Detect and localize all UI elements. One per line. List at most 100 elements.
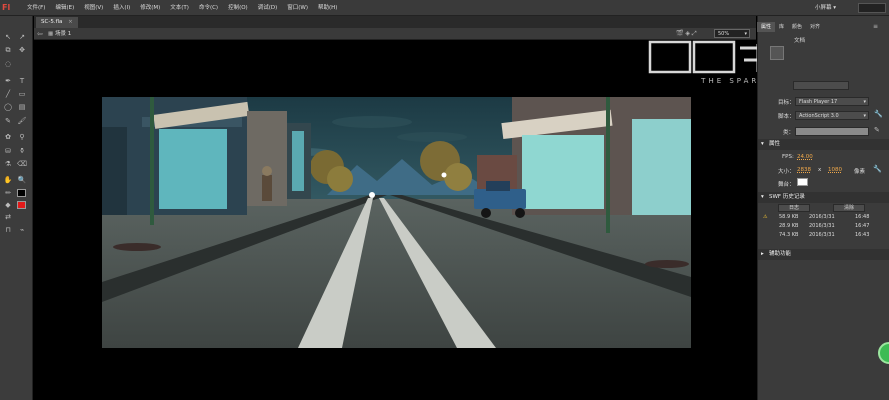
properties-section-header[interactable]: ▾ 属性 <box>758 139 889 150</box>
paint-bucket-icon[interactable]: ⛁ <box>3 146 13 156</box>
eyedropper-icon[interactable]: ⚗ <box>3 159 13 169</box>
menu-commands[interactable]: 命令(C) <box>194 0 223 16</box>
pen-icon[interactable]: ✒ <box>3 76 13 86</box>
eraser-icon[interactable]: ⌫ <box>17 159 27 169</box>
size-separator: x <box>818 167 822 173</box>
zoom-icon[interactable]: 🔍 <box>17 175 27 185</box>
menu-control[interactable]: 控制(O) <box>223 0 253 16</box>
street-scene-image <box>102 97 691 348</box>
class-label: 类： <box>783 130 795 136</box>
zoom-value: 50% <box>718 31 730 37</box>
fill-color-icon[interactable]: ◆ <box>3 200 13 210</box>
menu-view[interactable]: 视图(V) <box>79 0 108 16</box>
history-row: 74.3 KB 2016/3/31 16:43 <box>763 231 883 240</box>
fps-value[interactable]: 24.00 <box>797 154 813 160</box>
menu-edit[interactable]: 编辑(E) <box>50 0 79 16</box>
lasso-icon[interactable]: ◌ <box>3 59 13 69</box>
history-size: 58.9 KB <box>779 214 799 220</box>
3d-rotation-icon[interactable]: ✥ <box>17 45 27 55</box>
menu-text[interactable]: 文本(T) <box>165 0 194 16</box>
document-tab-label: SC-5.fla <box>41 19 63 25</box>
height-value[interactable]: 1080 <box>828 167 842 173</box>
class-input[interactable] <box>795 127 869 136</box>
tab-library[interactable]: 库 <box>775 22 788 32</box>
document-tab[interactable]: SC-5.fla × <box>36 17 78 28</box>
text-tool-icon[interactable]: T <box>17 76 27 86</box>
target-select[interactable]: Flash Player 17 ▾ <box>795 97 869 106</box>
help-search-input[interactable] <box>858 3 886 13</box>
target-value: Flash Player 17 <box>799 99 838 105</box>
brush-icon[interactable]: 🖌 <box>17 116 27 126</box>
stroke-color-fill <box>18 190 25 196</box>
smooth-icon[interactable]: ⌁ <box>17 225 27 235</box>
panel-menu-icon[interactable]: ≡ <box>873 23 878 30</box>
selection-tool-icon[interactable]: ↖ <box>3 32 13 42</box>
history-time: 16:48 <box>855 214 870 220</box>
menu-modify[interactable]: 修改(M) <box>135 0 165 16</box>
snap-magnet-icon[interactable]: ⊓ <box>3 225 13 235</box>
properties-header-label: 属性 <box>769 141 781 147</box>
width-value[interactable]: 2838 <box>797 167 811 173</box>
scene-name: 场景 1 <box>54 31 72 37</box>
polystar-icon[interactable]: ▤ <box>17 102 27 112</box>
oval-tool-icon[interactable]: ◯ <box>3 102 13 112</box>
swap-colors-icon[interactable]: ⇄ <box>3 212 13 222</box>
close-icon[interactable]: × <box>68 19 73 25</box>
pencil-icon[interactable]: ✎ <box>3 116 13 126</box>
menu-insert[interactable]: 插入(I) <box>108 0 135 16</box>
rectangle-tool-icon[interactable]: ▭ <box>17 89 27 99</box>
scene-breadcrumb[interactable]: ▦ 场景 1 <box>48 29 71 39</box>
fill-color-fill <box>18 202 25 208</box>
history-size: 28.9 KB <box>779 223 799 229</box>
chevron-right-icon: ▸ <box>761 251 764 257</box>
subselection-tool-icon[interactable]: ↗ <box>17 32 27 42</box>
menu-window[interactable]: 窗口(W) <box>282 0 313 16</box>
warning-icon: ⚠ <box>763 214 768 220</box>
wrench-icon[interactable]: 🔧 <box>873 165 882 173</box>
tab-color[interactable]: 颜色 <box>788 22 806 32</box>
zoom-select[interactable]: 50% ▾ <box>714 29 750 38</box>
accessibility-section-header[interactable]: ▸ 辅助功能 <box>758 249 889 260</box>
document-type-label: 文档 <box>794 38 806 44</box>
edit-scene-icons[interactable]: 🎬 ◈ ⤢ <box>676 29 710 39</box>
stage-color-label: 舞台： <box>778 182 795 188</box>
tab-align[interactable]: 对齐 <box>806 22 824 32</box>
back-arrow-icon[interactable]: ⇦ <box>37 30 45 38</box>
edit-bar <box>34 28 756 40</box>
tab-properties[interactable]: 属性 <box>757 22 776 32</box>
swf-history-list: ⚠ 58.9 KB 2016/3/31 16:48 28.9 KB 2016/3… <box>763 213 883 240</box>
bone-tool-icon[interactable]: ⚲ <box>17 132 27 142</box>
history-date: 2016/3/31 <box>809 232 835 238</box>
history-clear-button[interactable]: 清除 <box>833 204 865 212</box>
history-log-button[interactable]: 日志 <box>778 204 810 212</box>
stroke-color-icon[interactable]: ✏ <box>3 188 13 198</box>
fill-color-swatch[interactable] <box>17 201 26 209</box>
stage-color-fill <box>798 179 807 185</box>
history-date: 2016/3/31 <box>809 214 835 220</box>
menu-file[interactable]: 文件(F) <box>22 0 50 16</box>
stroke-color-swatch[interactable] <box>17 189 26 197</box>
document-name-field[interactable] <box>793 81 849 90</box>
stage-canvas[interactable] <box>102 97 691 348</box>
workspace-switcher[interactable]: 小屏幕 ▾ <box>815 3 853 13</box>
tools-panel: ↖ ↗ ⧉ ✥ ◌ ✒ T ╱ ▭ ◯ ▤ ✎ 🖌 ✿ ⚲ ⛁ ⚱ ⚗ ⌫ ✋ … <box>0 16 33 400</box>
free-transform-icon[interactable]: ⧉ <box>3 45 13 55</box>
deco-tool-icon[interactable]: ✿ <box>3 132 13 142</box>
history-row: 28.9 KB 2016/3/31 16:47 <box>763 222 883 231</box>
hand-icon[interactable]: ✋ <box>3 175 13 185</box>
chevron-down-icon: ▾ <box>863 99 866 105</box>
line-tool-icon[interactable]: ╱ <box>3 89 13 99</box>
accessibility-header-label: 辅助功能 <box>769 251 792 257</box>
script-label: 脚本： <box>778 114 795 120</box>
script-select[interactable]: ActionScript 3.0 ▾ <box>795 111 869 120</box>
menu-debug[interactable]: 调试(D) <box>253 0 283 16</box>
ink-bottle-icon[interactable]: ⚱ <box>17 146 27 156</box>
pencil-icon[interactable]: ✎ <box>874 126 880 134</box>
menu-help[interactable]: 帮助(H) <box>313 0 342 16</box>
stage-color-swatch[interactable] <box>797 178 808 186</box>
history-row: ⚠ 58.9 KB 2016/3/31 16:48 <box>763 213 883 222</box>
wrench-icon[interactable]: 🔧 <box>874 110 883 118</box>
clapper-icon: ▦ <box>48 31 55 37</box>
swf-history-section-header[interactable]: ▾ SWF 历史记录 <box>758 192 889 203</box>
properties-panel <box>757 16 889 400</box>
